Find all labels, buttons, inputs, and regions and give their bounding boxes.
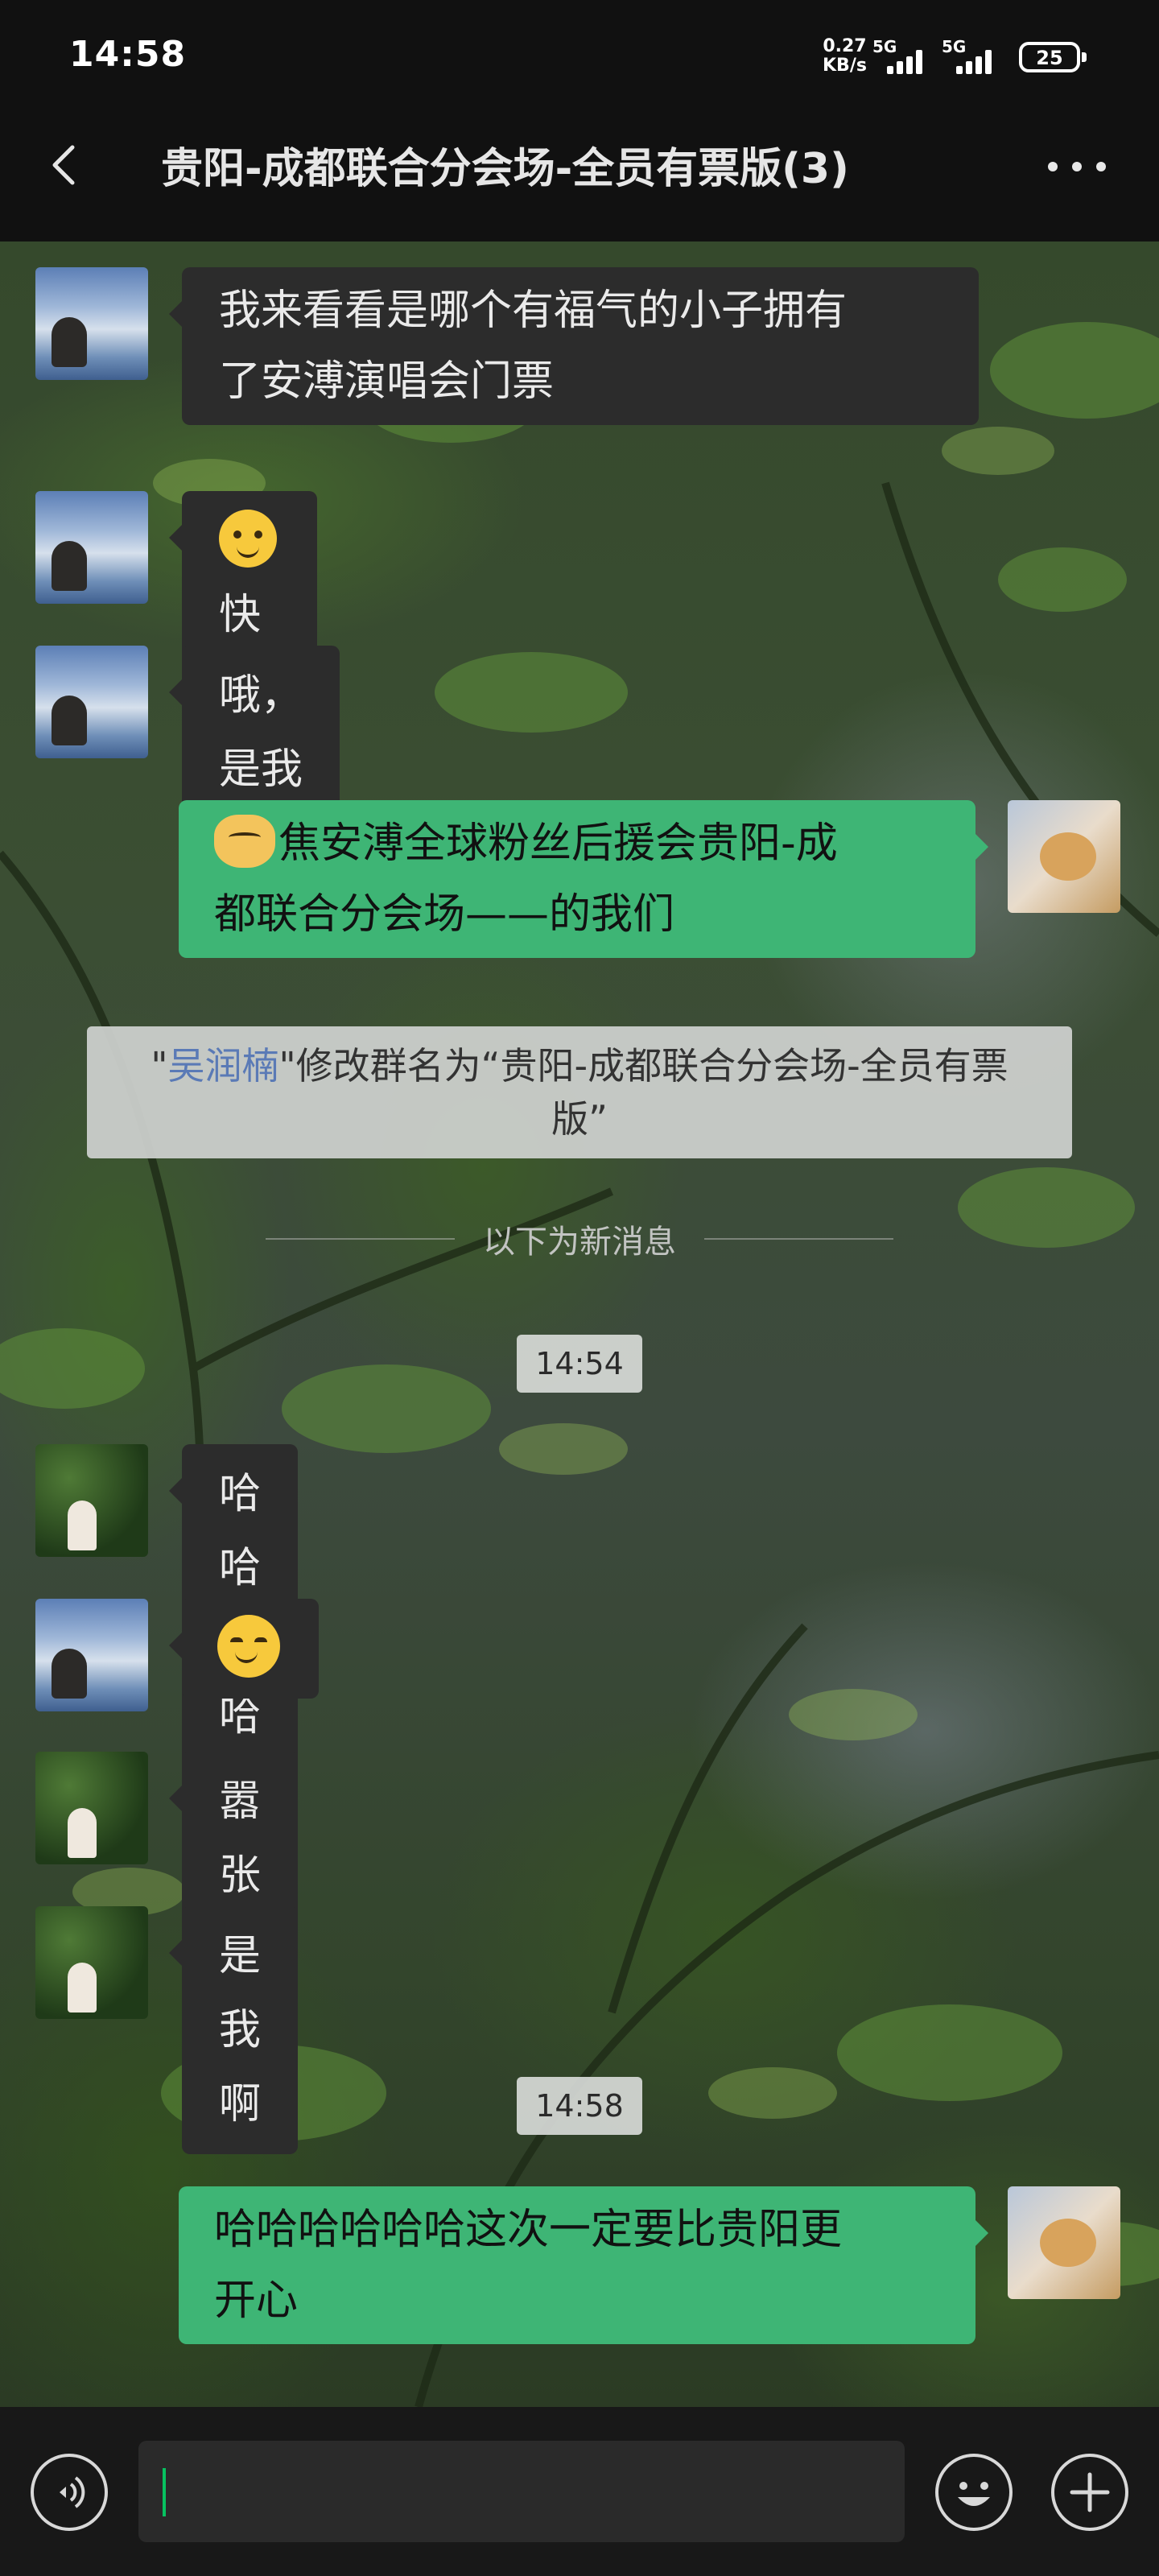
voice-button[interactable]: [31, 2454, 108, 2531]
sender-avatar[interactable]: [35, 1444, 148, 1557]
sender-avatar[interactable]: [35, 646, 148, 758]
battery-icon: 25: [1019, 42, 1087, 72]
chat-message-list[interactable]: 我来看看是哪个有福气的小子拥有 了安溥演唱会门票 快说啊 哦，是我 焦安溥全球粉…: [0, 242, 1159, 2407]
voice-icon: [60, 2476, 85, 2508]
emoji-icon: [958, 2482, 990, 2506]
message-bubble[interactable]: 是我啊: [168, 1906, 299, 2154]
network-speed-unit: KB/s: [823, 56, 867, 76]
chat-header: 贵阳-成都联合分会场-全员有票版(3): [0, 117, 1159, 242]
sender-avatar[interactable]: [35, 267, 148, 380]
notice-text-2: 版”: [551, 1097, 608, 1141]
message-text: 焦安溥全球粉丝后援会贵阳-成: [278, 819, 838, 868]
message-text: 哈哈哈哈哈哈这次一定要比贵阳更: [214, 2206, 843, 2254]
sim1-network-label: 5G: [872, 37, 897, 56]
message-text: 我来看看是哪个有福气的小子拥有: [219, 287, 848, 335]
blush-emoji-icon: [217, 1615, 280, 1678]
message-text: 都联合分会场——的我们: [214, 890, 675, 939]
input-bar: [0, 2407, 1159, 2576]
my-avatar[interactable]: [1008, 2186, 1120, 2299]
my-avatar[interactable]: [1008, 800, 1120, 913]
message-bubble[interactable]: 我来看看是哪个有福气的小子拥有 了安溥演唱会门票: [169, 267, 979, 425]
message-bubble[interactable]: [169, 1599, 319, 1699]
status-time: 14:58: [69, 34, 187, 75]
timestamp: 14:58: [517, 2077, 642, 2135]
sender-avatar[interactable]: [35, 1599, 148, 1711]
new-messages-divider: 以下为新消息: [266, 1216, 893, 1261]
plus-icon: [1070, 2472, 1110, 2512]
sender-avatar[interactable]: [35, 491, 148, 604]
emoji-button[interactable]: [935, 2454, 1013, 2531]
smile-emoji-icon: [219, 510, 277, 568]
message-bubble[interactable]: 哦，是我: [168, 646, 340, 819]
more-dots-icon: [1048, 162, 1058, 171]
more-options-button[interactable]: [1045, 151, 1109, 183]
message-bubble[interactable]: 焦安溥全球粉丝后援会贵阳-成 都联合分会场——的我们: [179, 800, 988, 958]
notice-user-name[interactable]: 吴润楠: [167, 1044, 278, 1088]
cat-emoji-icon: [214, 815, 275, 868]
notice-text: "修改群名为“贵阳-成都联合分会场-全员有票: [278, 1044, 1008, 1088]
timestamp: 14:54: [517, 1335, 642, 1393]
chat-title: 贵阳-成都联合分会场-全员有票版(3): [161, 145, 849, 193]
chevron-left-icon: [52, 145, 75, 185]
message-text: 嚣张: [219, 1777, 262, 1900]
network-speed-value: 0.27: [823, 36, 867, 56]
system-notice: "吴润楠"修改群名为“贵阳-成都联合分会场-全员有票 版”: [87, 1026, 1072, 1158]
message-text: 是我啊: [219, 1932, 262, 2128]
back-button[interactable]: [42, 141, 90, 189]
notice-quote: ": [151, 1044, 168, 1088]
message-text: 哦，是我: [219, 671, 303, 794]
signal-icon-sim2: 5G: [942, 37, 998, 77]
more-functions-button[interactable]: [1051, 2454, 1128, 2531]
sender-avatar[interactable]: [35, 1752, 148, 1864]
message-text: 了安溥演唱会门票: [219, 357, 555, 406]
network-speed: 0.27 KB/s: [823, 37, 867, 76]
sim2-network-label: 5G: [942, 37, 967, 56]
status-bar: 14:58 0.27 KB/s 5G 5G 25: [0, 0, 1159, 117]
message-bubble[interactable]: 嚣张: [168, 1752, 299, 1926]
message-text: 开心: [214, 2277, 299, 2325]
signal-icon-sim1: 5G: [872, 37, 929, 77]
battery-level: 25: [1036, 47, 1063, 69]
sender-avatar[interactable]: [35, 1906, 148, 2019]
message-bubble[interactable]: 哈哈哈哈哈哈这次一定要比贵阳更 开心: [179, 2186, 988, 2344]
message-input[interactable]: [138, 2441, 905, 2542]
text-cursor: [163, 2468, 166, 2516]
